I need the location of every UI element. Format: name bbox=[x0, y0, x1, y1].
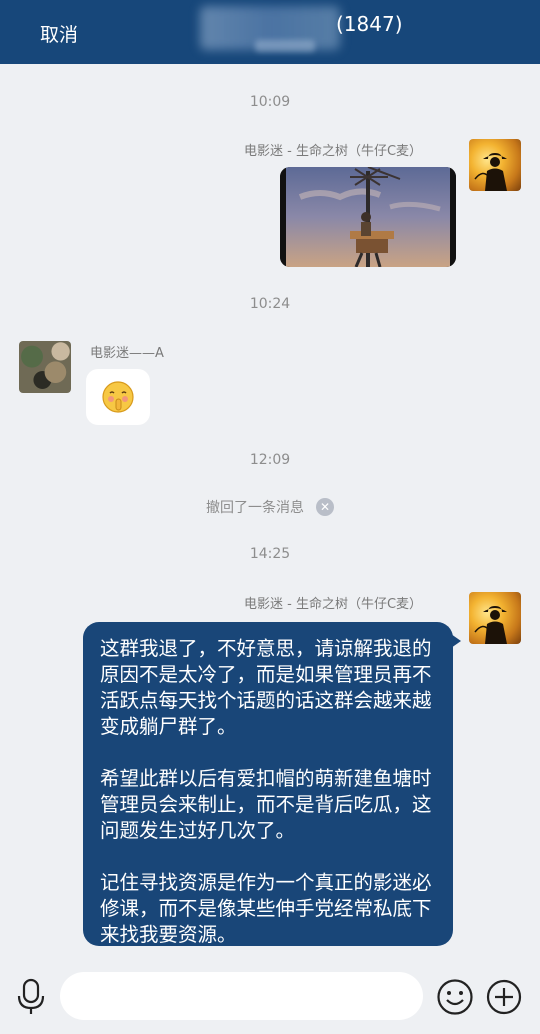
avatar[interactable] bbox=[19, 341, 71, 393]
timestamp: 10:09 bbox=[249, 94, 291, 110]
close-circle-icon[interactable]: ✕ bbox=[316, 498, 334, 516]
timestamp: 12:09 bbox=[249, 452, 291, 468]
avatar[interactable] bbox=[469, 139, 521, 191]
cancel-button[interactable]: 取消 bbox=[40, 20, 78, 47]
recall-text: 撤回了一条消息 bbox=[206, 500, 304, 516]
avatar[interactable] bbox=[469, 592, 521, 644]
chat-header: 取消 (1847) bbox=[0, 0, 540, 64]
windmill-photo bbox=[280, 167, 456, 267]
message-paragraph: 这群我退了，不好意思，请谅解我退的原因不是太冷了，而是如果管理员再不活跃点每天找… bbox=[100, 637, 432, 738]
recall-notice: 撤回了一条消息 ✕ bbox=[0, 497, 540, 517]
bubble-tail bbox=[451, 634, 461, 648]
timestamp: 14:25 bbox=[249, 546, 291, 562]
smiley-icon[interactable] bbox=[436, 978, 474, 1020]
text-message[interactable]: 这群我退了，不好意思，请谅解我退的原因不是太冷了，而是如果管理员再不活跃点每天找… bbox=[83, 622, 461, 946]
group-member-count: (1847) bbox=[336, 12, 403, 36]
message-input[interactable] bbox=[60, 972, 423, 1020]
cowboy-silhouette-icon bbox=[474, 606, 507, 644]
sticker-message[interactable] bbox=[86, 369, 150, 425]
timestamp: 10:24 bbox=[249, 296, 291, 312]
microphone-icon[interactable] bbox=[14, 978, 48, 1020]
sender-name: 电影迷——A bbox=[90, 346, 164, 361]
input-bar bbox=[0, 958, 540, 1034]
sender-name: 电影迷 - 生命之树（牛仔C麦） bbox=[244, 597, 423, 612]
cowboy-silhouette-icon bbox=[474, 153, 507, 191]
plus-circle-icon[interactable] bbox=[486, 979, 522, 1019]
image-message[interactable] bbox=[280, 167, 456, 267]
shush-emoji-icon bbox=[102, 381, 134, 413]
group-subtitle-redacted bbox=[255, 40, 315, 52]
sender-name: 电影迷 - 生命之树（牛仔C麦） bbox=[244, 144, 423, 159]
message-paragraph: 希望此群以后有爱扣帽的萌新建鱼塘时管理员会来制止，而不是背后吃瓜，这问题发生过好… bbox=[100, 767, 432, 842]
message-paragraph: 记住寻找资源是作为一个真正的影迷必修课，而不是像某些伸手党经常私底下来找我要资源… bbox=[100, 871, 432, 946]
